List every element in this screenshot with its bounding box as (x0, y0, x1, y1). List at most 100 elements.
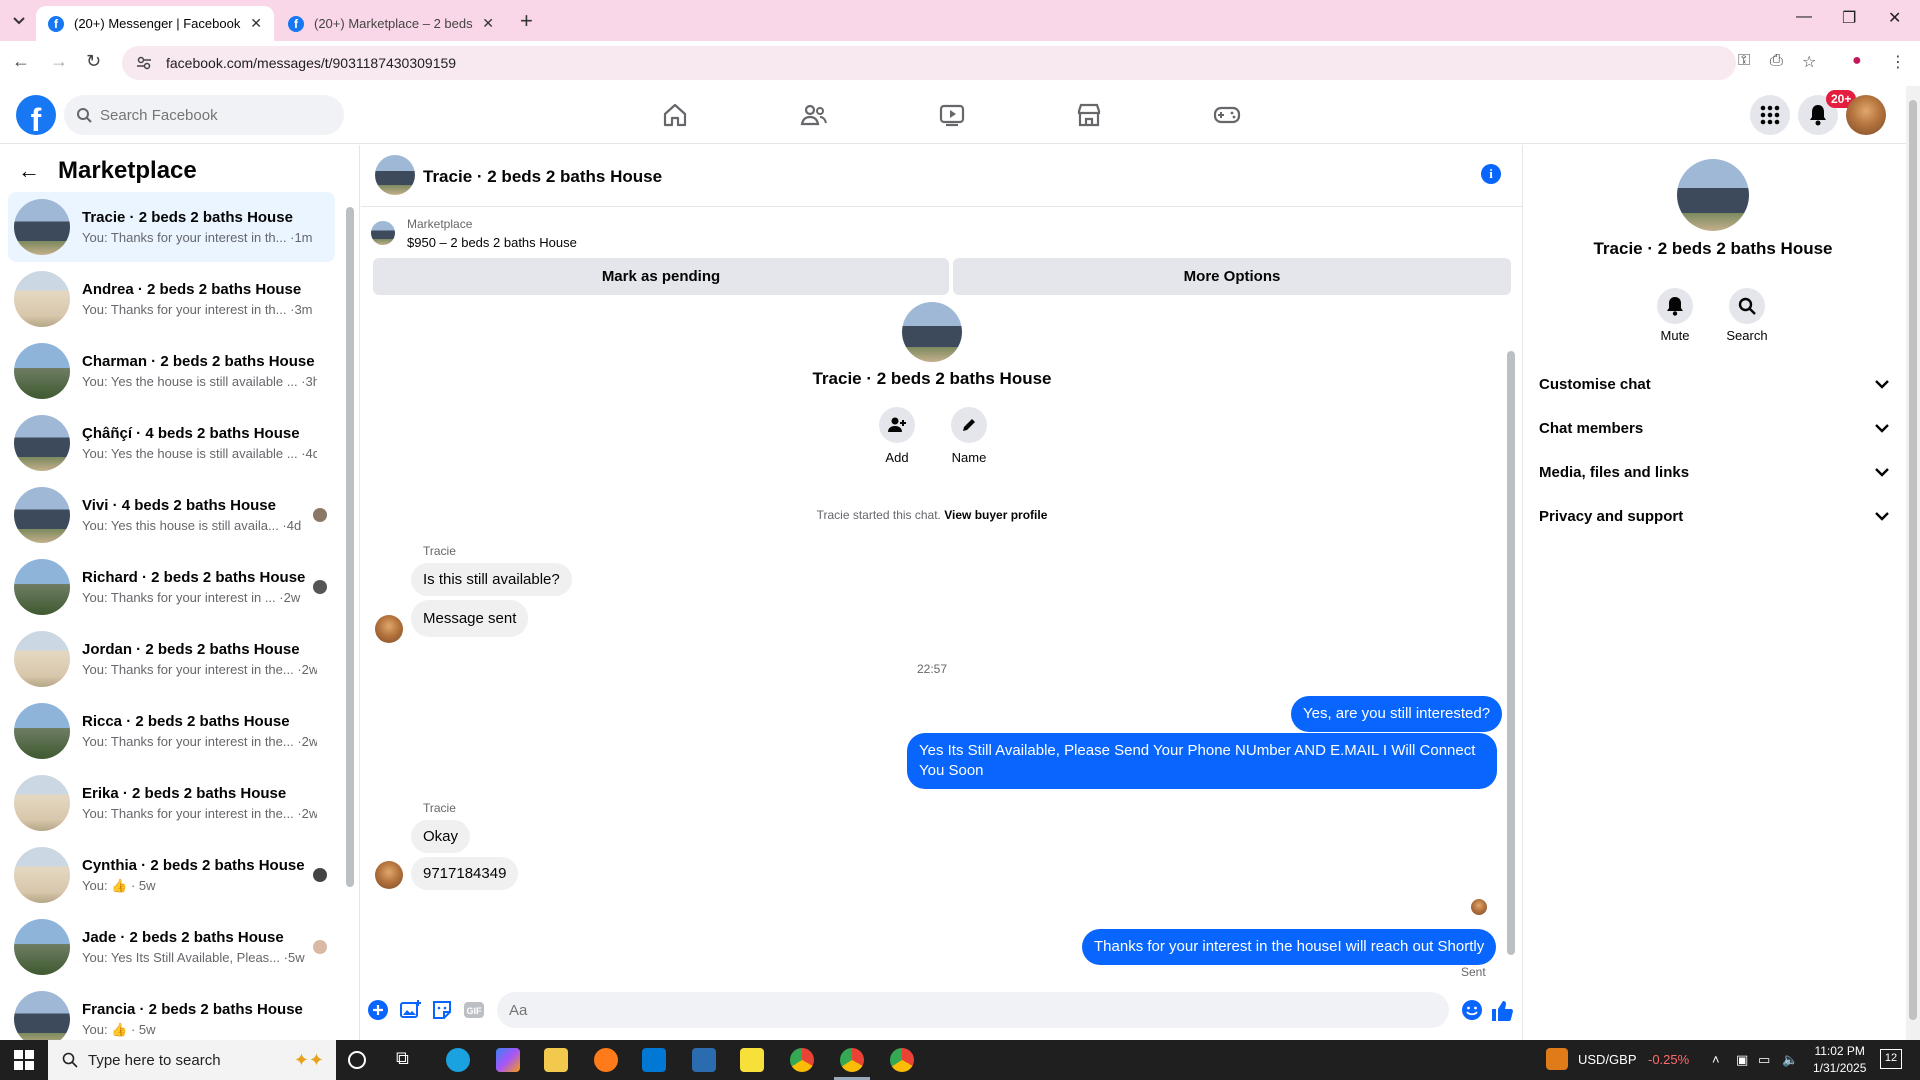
tab-messenger[interactable]: f (20+) Messenger | Facebook ✕ (36, 6, 274, 41)
conversation-item[interactable]: Tracie · 2 beds 2 baths House You: Thanks… (8, 192, 335, 262)
restore-button[interactable]: ❐ (1842, 8, 1856, 28)
mark-pending-button[interactable]: Mark as pending (373, 258, 949, 295)
video-icon[interactable] (937, 100, 967, 130)
windows-start-icon[interactable] (14, 1050, 34, 1070)
forward-button[interactable]: → (50, 51, 68, 72)
edit-name-button[interactable] (951, 407, 987, 443)
conversation-item[interactable]: Erika · 2 beds 2 baths House You: Thanks … (8, 768, 335, 838)
emoji-icon[interactable] (1461, 999, 1483, 1021)
message-incoming[interactable]: Is this still available? (411, 563, 572, 596)
sidebar-scrollbar[interactable] (344, 197, 354, 1037)
conversation-item[interactable]: Cynthia · 2 beds 2 baths House You: 👍 · 5… (8, 840, 335, 910)
chat-title[interactable]: Tracie · 2 beds 2 baths House (423, 167, 662, 187)
profile-icon[interactable]: ● (1852, 52, 1862, 70)
media-files-section[interactable]: Media, files and links (1539, 454, 1889, 490)
mute-button[interactable] (1657, 288, 1693, 324)
copilot-icon[interactable] (496, 1048, 520, 1072)
profile-avatar[interactable] (1677, 159, 1749, 231)
taskbar-clock[interactable]: 11:02 PM 1/31/2025 (1813, 1043, 1866, 1077)
message-incoming[interactable]: 9717184349 (411, 857, 519, 890)
sticky-notes-icon[interactable] (740, 1048, 764, 1072)
scroll-thumb[interactable] (1909, 100, 1917, 1020)
back-button[interactable]: ← (12, 51, 30, 72)
chat-members-section[interactable]: Chat members (1539, 410, 1889, 446)
profile-avatar[interactable] (902, 302, 962, 362)
currency-pair[interactable]: USD/GBP (1578, 1052, 1637, 1067)
message-input-wrapper[interactable] (497, 992, 1449, 1028)
gaming-icon[interactable] (1212, 100, 1242, 130)
install-app-icon[interactable]: ⎙ (1770, 52, 1783, 70)
notification-center-icon[interactable]: 12 (1880, 1049, 1902, 1069)
customise-chat-section[interactable]: Customise chat (1539, 366, 1889, 402)
friends-icon[interactable] (799, 100, 829, 130)
conversation-item[interactable]: Vivi · 4 beds 2 baths House You: Yes this… (8, 480, 335, 550)
photo-attach-icon[interactable] (399, 999, 421, 1021)
mail-icon[interactable] (642, 1048, 666, 1072)
account-avatar[interactable] (1846, 95, 1886, 135)
scroll-thumb[interactable] (346, 207, 354, 887)
search-input[interactable] (100, 106, 320, 124)
conversation-item[interactable]: Charman · 2 beds 2 baths House You: Yes t… (8, 336, 335, 406)
more-options-button[interactable]: More Options (953, 258, 1511, 295)
conversation-item[interactable]: Ricca · 2 beds 2 baths House You: Thanks … (8, 696, 335, 766)
message-incoming[interactable]: Okay (411, 820, 471, 853)
message-outgoing[interactable]: Thanks for your interest in the houseI w… (1082, 929, 1497, 965)
store-icon[interactable] (692, 1048, 716, 1072)
reload-button[interactable]: ↻ (86, 51, 101, 72)
cortana-icon[interactable] (348, 1051, 366, 1069)
menu-grid-button[interactable] (1750, 95, 1790, 135)
sticker-icon[interactable] (431, 999, 453, 1021)
back-arrow-icon[interactable]: ← (18, 158, 40, 184)
sender-avatar[interactable] (375, 861, 403, 889)
privacy-support-section[interactable]: Privacy and support (1539, 498, 1889, 534)
chrome-profile-icon[interactable] (834, 1048, 870, 1080)
conversation-item[interactable]: Jade · 2 beds 2 baths House You: Yes Its … (8, 912, 335, 982)
conversation-item[interactable]: Çhâñçí · 4 beds 2 baths House You: Yes th… (8, 408, 335, 478)
firefox-icon[interactable] (594, 1048, 618, 1072)
volume-icon[interactable]: 🔈 (1782, 1052, 1798, 1068)
conversation-item[interactable]: Andrea · 2 beds 2 baths House You: Thanks… (8, 264, 335, 334)
message-input[interactable] (509, 1001, 1409, 1019)
message-outgoing[interactable]: Yes Its Still Available, Please Send You… (907, 733, 1497, 789)
tab-marketplace[interactable]: f (20+) Marketplace – 2 beds 2 b ✕ (276, 6, 506, 41)
bookmark-star-icon[interactable]: ☆ (1802, 52, 1816, 72)
network-icon[interactable]: ▭ (1758, 1052, 1770, 1068)
search-in-chat-button[interactable] (1729, 288, 1765, 324)
avatar[interactable] (375, 155, 415, 195)
home-icon[interactable] (660, 100, 690, 130)
chrome-icon[interactable] (790, 1048, 814, 1072)
sender-avatar[interactable] (375, 615, 403, 643)
close-tab-icon[interactable]: ✕ (250, 15, 262, 32)
chrome-profile-2-icon[interactable] (890, 1048, 914, 1072)
facebook-logo[interactable]: f (16, 95, 56, 135)
address-bar[interactable]: facebook.com/messages/t/9031187430309159 (122, 46, 1736, 80)
tray-chevron-icon[interactable]: ˄ (1712, 1052, 1720, 1067)
camera-tray-icon[interactable]: ▣ (1736, 1052, 1748, 1068)
new-tab-button[interactable]: + (520, 8, 533, 34)
view-buyer-profile-link[interactable]: View buyer profile (944, 508, 1047, 522)
minimize-button[interactable]: — (1796, 8, 1812, 26)
message-incoming[interactable]: Message sent (411, 600, 529, 637)
browser-menu-icon[interactable]: ⋮ (1890, 52, 1906, 72)
marketplace-listing[interactable]: Marketplace $950 – 2 beds 2 baths House (371, 217, 577, 250)
plus-circle-icon[interactable] (367, 999, 389, 1021)
conversation-item[interactable]: Francia · 2 beds 2 baths House You: 👍 · 5… (8, 984, 335, 1040)
conversation-item[interactable]: Jordan · 2 beds 2 baths House You: Thanks… (8, 624, 335, 694)
marketplace-icon[interactable] (1074, 100, 1104, 130)
facebook-search[interactable] (64, 95, 344, 135)
page-scrollbar[interactable] (1906, 86, 1920, 1040)
close-window-button[interactable]: ✕ (1888, 8, 1901, 28)
password-key-icon[interactable]: ⚿ (1738, 52, 1750, 70)
tab-search-button[interactable] (8, 10, 30, 32)
taskbar-search[interactable]: Type here to search ✦✦ (48, 1040, 336, 1080)
conversation-item[interactable]: Richard · 2 beds 2 baths House You: Thank… (8, 552, 335, 622)
add-people-button[interactable] (879, 407, 915, 443)
chat-scrollbar[interactable] (1505, 307, 1517, 979)
close-tab-icon[interactable]: ✕ (482, 15, 494, 32)
edge-icon[interactable] (446, 1048, 470, 1072)
scroll-thumb[interactable] (1507, 351, 1515, 955)
site-info-icon[interactable] (136, 55, 152, 71)
message-outgoing[interactable]: Yes, are you still interested? (1291, 696, 1503, 732)
task-view-icon[interactable]: ⧉ (396, 1048, 420, 1072)
currency-widget-icon[interactable] (1546, 1048, 1568, 1070)
